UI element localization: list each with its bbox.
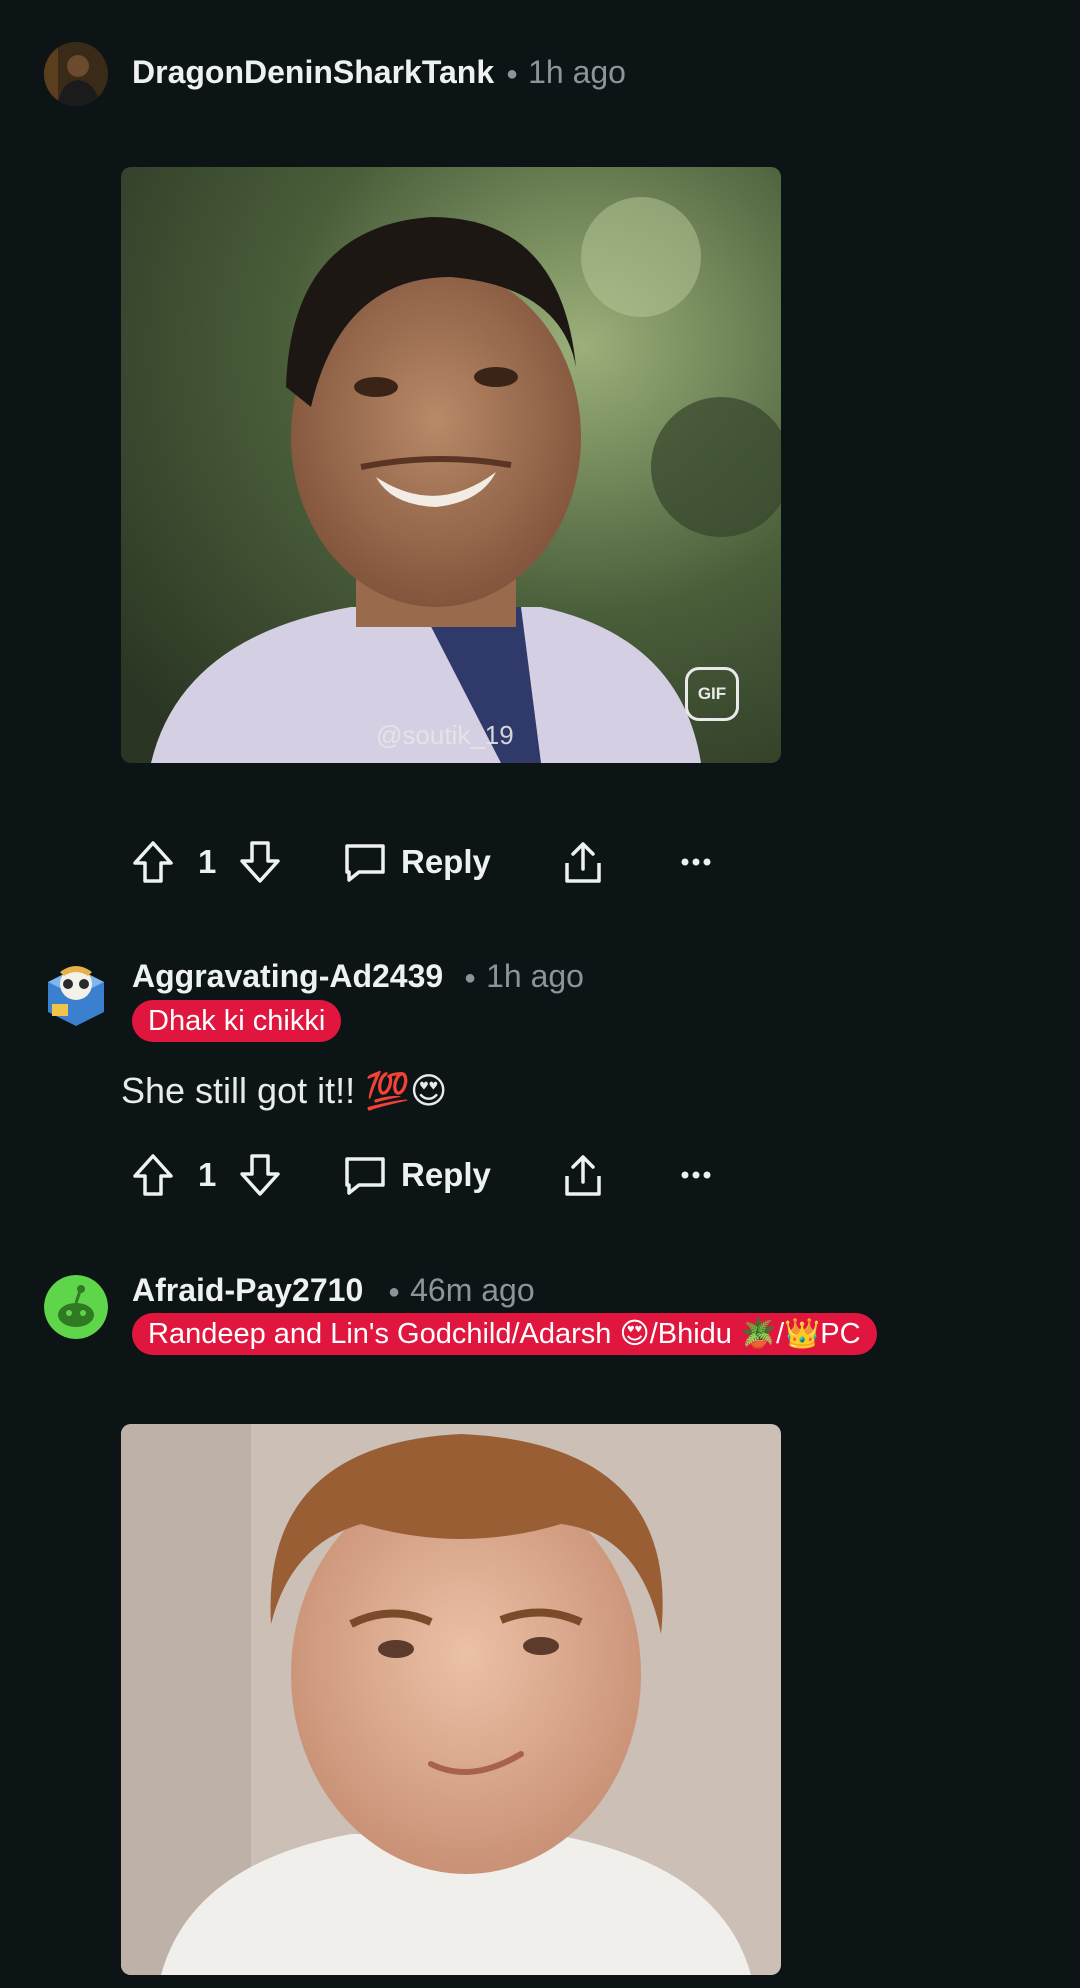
timestamp: ● 46m ago [388, 1272, 535, 1308]
user-flair: Randeep and Lin's Godchild/Adarsh 😍/Bhid… [132, 1313, 877, 1355]
more-icon [681, 1171, 711, 1179]
timestamp: ● 1h ago [464, 958, 584, 994]
downvote-button[interactable] [238, 832, 282, 892]
timestamp-text: 46m ago [410, 1272, 535, 1308]
gif-icon: GIF [685, 667, 739, 721]
avatar[interactable] [44, 1275, 108, 1339]
reply-button[interactable]: Reply [343, 832, 491, 892]
downvote-icon [240, 1154, 280, 1196]
user-flair: Dhak ki chikki [132, 1000, 342, 1042]
downvote-button[interactable] [238, 1145, 282, 1205]
upvote-icon [133, 1154, 173, 1196]
avatar[interactable] [44, 42, 108, 106]
vote-count: 1 [198, 1156, 217, 1193]
comment-icon [345, 844, 385, 882]
timestamp-text: 1h ago [528, 54, 626, 90]
share-icon [565, 842, 601, 883]
username[interactable]: DragonDeninSharkTank [132, 54, 494, 91]
reply-label: Reply [401, 843, 491, 880]
reply-label: Reply [401, 1156, 491, 1193]
comment-icon [345, 1157, 385, 1195]
share-icon [565, 1155, 601, 1196]
upvote-button[interactable] [131, 832, 175, 892]
share-button[interactable] [561, 832, 605, 892]
gif-image[interactable]: GIF @soutik_19 [121, 167, 781, 763]
username[interactable]: Afraid-Pay2710 [132, 1272, 363, 1309]
more-options-button[interactable] [680, 1145, 712, 1205]
gif-image[interactable] [121, 1424, 781, 1975]
watermark: @soutik_19 [376, 720, 514, 750]
comment-actions: 1 Reply [121, 1145, 761, 1205]
vote-count: 1 [198, 843, 217, 880]
more-icon [681, 858, 711, 866]
upvote-icon [133, 841, 173, 883]
avatar[interactable] [44, 960, 108, 1026]
username[interactable]: Aggravating-Ad2439 [132, 958, 443, 995]
timestamp: ● 1h ago [506, 54, 626, 90]
comment-text: She still got it!! 💯😍 [121, 1070, 448, 1111]
reply-button[interactable]: Reply [343, 1145, 491, 1205]
downvote-icon [240, 841, 280, 883]
more-options-button[interactable] [680, 832, 712, 892]
upvote-button[interactable] [131, 1145, 175, 1205]
comment-actions: 1 Reply [121, 832, 761, 892]
share-button[interactable] [561, 1145, 605, 1205]
timestamp-text: 1h ago [486, 958, 584, 994]
